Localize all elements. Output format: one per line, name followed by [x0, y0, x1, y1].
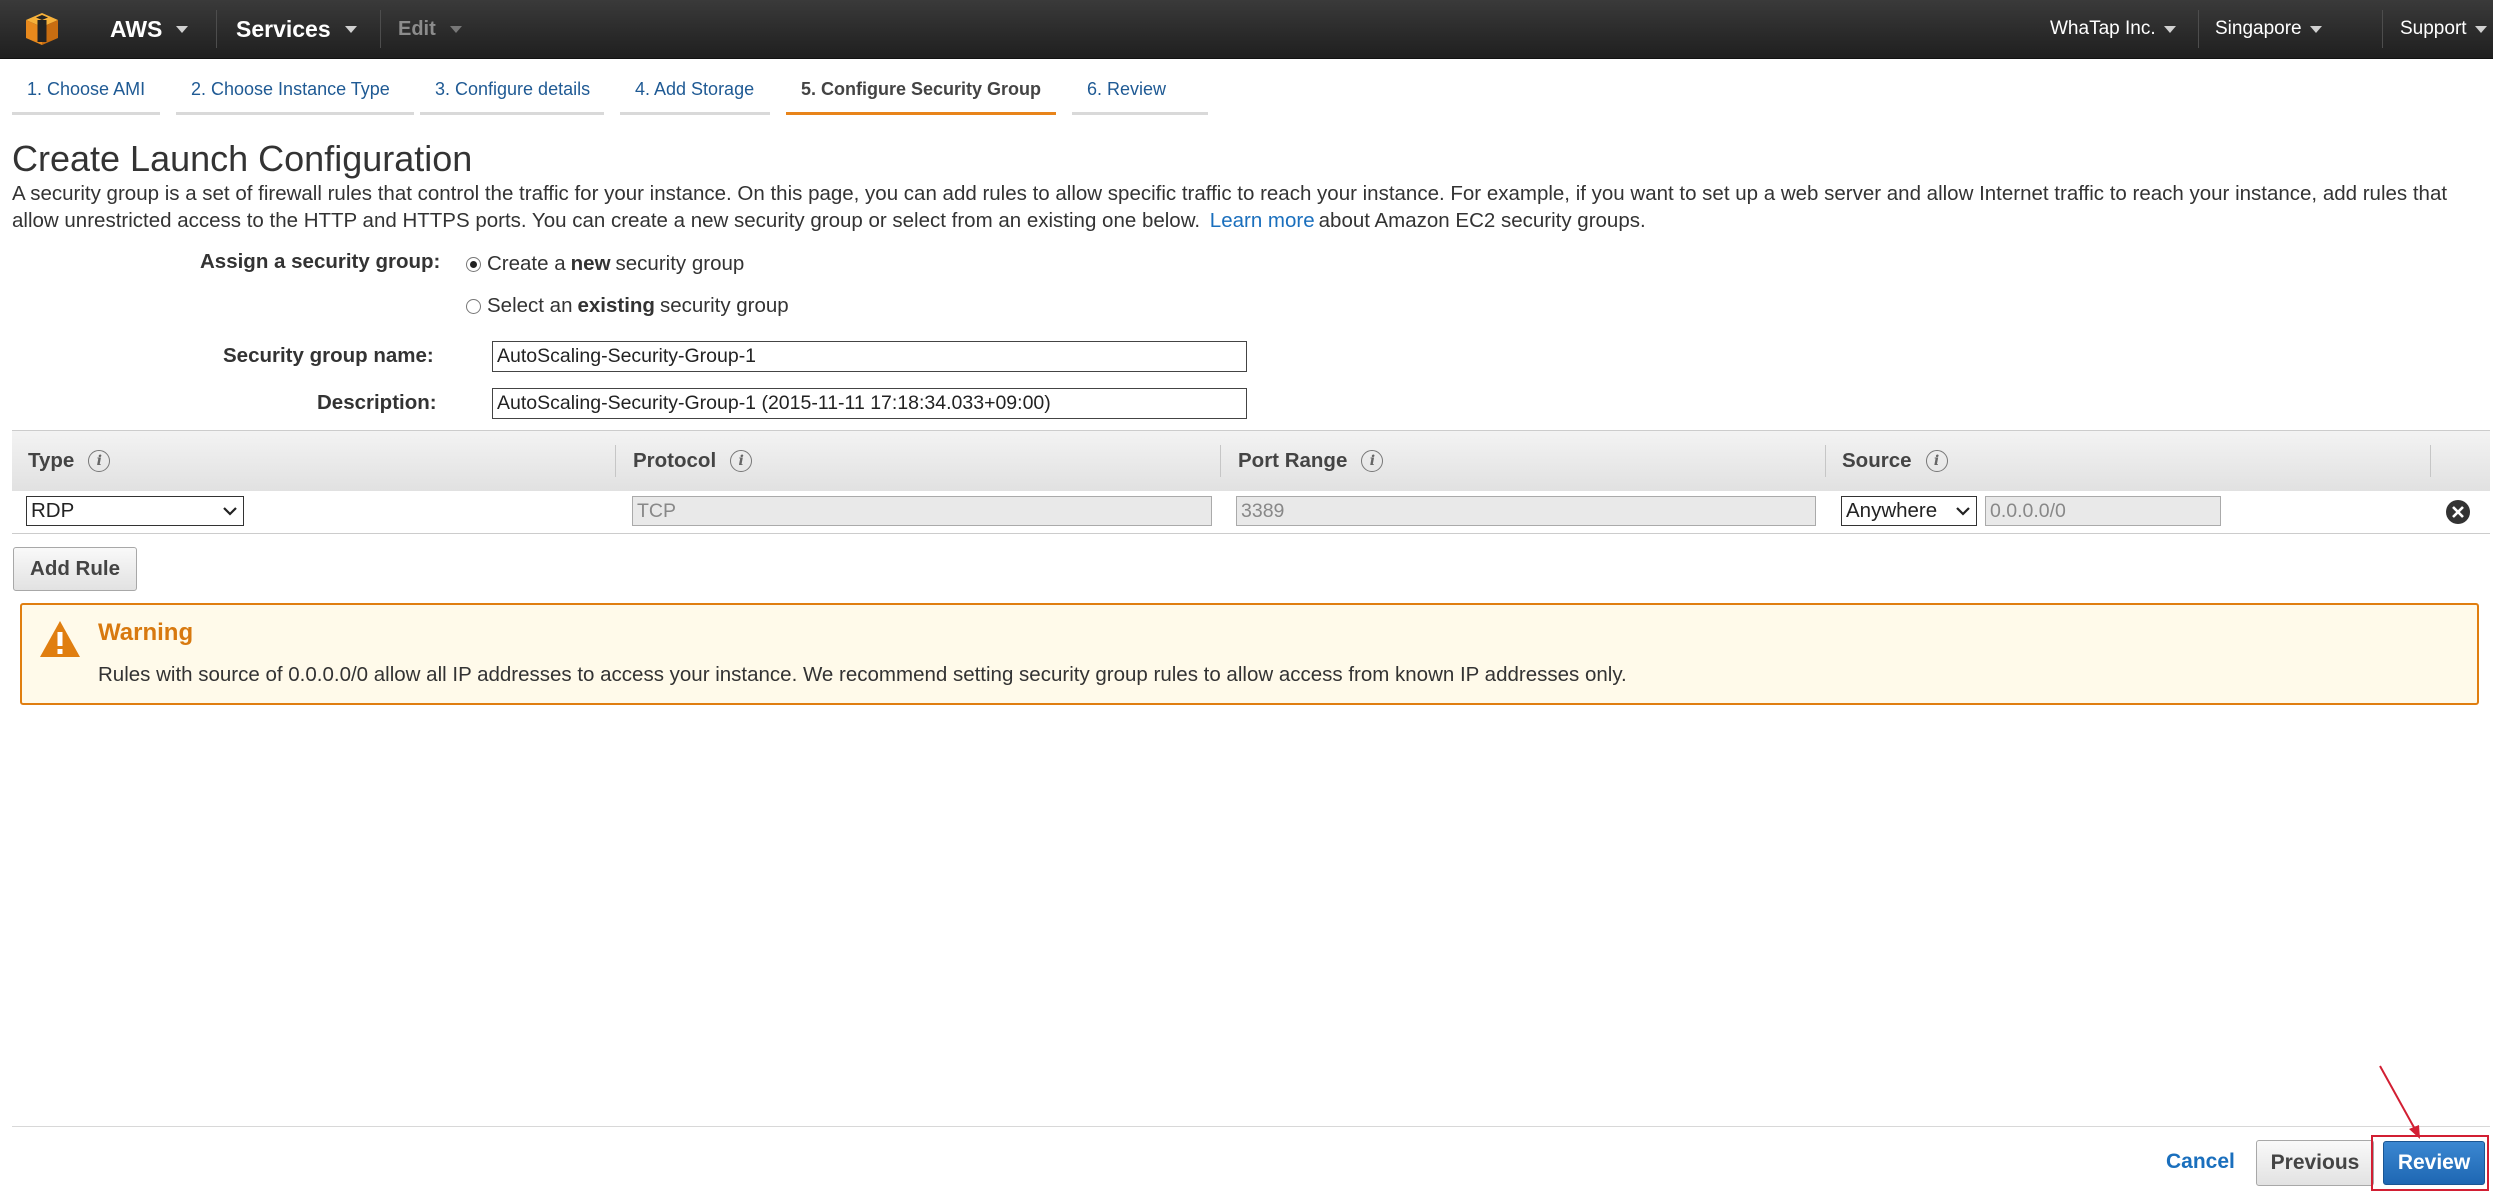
column-header-type: Type i [28, 431, 111, 491]
rule-port-range-value: 3389 [1241, 499, 1285, 522]
rule-source-select[interactable]: Anywhere [1841, 496, 1977, 526]
wizard-step-label: 4. Add Storage [635, 79, 755, 99]
aws-menu[interactable]: AWS [110, 0, 189, 58]
footer-divider [12, 1126, 2490, 1127]
chevron-down-icon [223, 507, 237, 516]
security-group-name-label: Security group name: [223, 344, 434, 367]
column-header-source: Source i [1842, 431, 1948, 491]
column-header-protocol: Protocol i [633, 431, 753, 491]
warning-title: Warning [98, 619, 194, 646]
rule-protocol-value: TCP [637, 499, 676, 522]
previous-button[interactable]: Previous [2256, 1140, 2374, 1186]
chevron-down-icon [176, 25, 189, 33]
add-rule-button[interactable]: Add Rule [13, 547, 137, 591]
info-icon[interactable]: i [730, 450, 753, 472]
column-divider [615, 445, 616, 477]
column-divider [2430, 445, 2431, 477]
security-group-name-input[interactable] [492, 341, 1247, 372]
aws-menu-label: AWS [110, 15, 163, 42]
remove-rule-icon[interactable] [2444, 498, 2472, 526]
wizard-step-add-storage[interactable]: 4. Add Storage [620, 79, 770, 115]
chevron-down-icon [1956, 507, 1970, 516]
nav-divider [2382, 10, 2383, 48]
description-label: Description: [317, 391, 437, 414]
info-icon[interactable]: i [1361, 450, 1384, 472]
warning-triangle-icon [40, 621, 80, 657]
top-navigation-bar: AWS Services Edit WhaTap Inc. Singapore … [0, 0, 2493, 59]
column-divider [1220, 445, 1221, 477]
column-header-label: Type [28, 449, 75, 472]
learn-more-link[interactable]: Learn more [1210, 209, 1315, 232]
chevron-down-icon [2309, 25, 2322, 33]
warning-message: Rules with source of 0.0.0.0/0 allow all… [98, 663, 1627, 686]
rule-type-value: RDP [31, 499, 75, 522]
wizard-step-review[interactable]: 6. Review [1072, 79, 1208, 115]
edit-menu[interactable]: Edit [398, 0, 462, 58]
option-suffix: security group [659, 294, 789, 317]
intro-suffix: about Amazon EC2 security groups. [1318, 209, 1646, 232]
services-menu-label: Services [236, 15, 331, 42]
rule-cidr-field: 0.0.0.0/0 [1985, 496, 2221, 526]
services-menu[interactable]: Services [236, 0, 357, 58]
account-menu[interactable]: WhaTap Inc. [2050, 0, 2176, 58]
highlight-annotation-box [2371, 1135, 2489, 1191]
rule-source-value: Anywhere [1846, 499, 1938, 522]
edit-menu-label: Edit [398, 17, 436, 40]
option-prefix: Create a [487, 252, 566, 275]
wizard-step-label: 1. Choose AMI [27, 79, 146, 99]
option-emphasis: new [570, 252, 611, 275]
select-existing-security-group-option[interactable]: Select an existing security group [466, 294, 789, 318]
column-header-label: Protocol [633, 449, 717, 472]
wizard-step-label: 3. Configure details [435, 79, 591, 99]
option-prefix: Select an [487, 294, 573, 317]
region-menu[interactable]: Singapore [2215, 0, 2322, 58]
page-title: Create Launch Configuration [12, 138, 473, 179]
column-header-port-range: Port Range i [1238, 431, 1384, 491]
wizard-step-choose-ami[interactable]: 1. Choose AMI [12, 79, 160, 115]
rule-type-select[interactable]: RDP [26, 496, 244, 526]
column-divider [1825, 445, 1826, 477]
intro-paragraph: A security group is a set of firewall ru… [12, 180, 2482, 234]
aws-cube-icon[interactable] [22, 11, 62, 47]
wizard-step-configure-details[interactable]: 3. Configure details [420, 79, 604, 115]
wizard-step-label: 5. Configure Security Group [801, 79, 1042, 99]
column-header-label: Port Range [1238, 449, 1348, 472]
rules-table-header: Type i Protocol i Port Range i Source i [12, 430, 2490, 492]
info-icon[interactable]: i [88, 450, 111, 472]
nav-divider [380, 10, 381, 48]
info-icon[interactable]: i [1925, 450, 1948, 472]
chevron-down-icon [344, 25, 357, 33]
nav-divider [216, 10, 217, 48]
wizard-step-configure-security-group[interactable]: 5. Configure Security Group [786, 79, 1056, 115]
warning-box: Warning Rules with source of 0.0.0.0/0 a… [20, 603, 2479, 705]
option-emphasis: existing [577, 294, 655, 317]
radio-button-selected[interactable] [466, 256, 481, 272]
region-menu-label: Singapore [2215, 18, 2302, 39]
rule-protocol-field: TCP [632, 496, 1212, 526]
column-header-label: Source [1842, 449, 1912, 472]
option-suffix: security group [615, 252, 745, 275]
radio-button[interactable] [466, 298, 481, 314]
wizard-step-label: 6. Review [1087, 79, 1167, 99]
account-menu-label: WhaTap Inc. [2050, 18, 2156, 39]
rule-port-range-field: 3389 [1236, 496, 1816, 526]
rule-cidr-value: 0.0.0.0/0 [1990, 499, 2066, 522]
table-row: RDP TCP 3389 Anywhere 0.0.0.0/0 [12, 491, 2490, 534]
assign-security-group-label: Assign a security group: [200, 250, 441, 273]
cancel-button[interactable]: Cancel [2166, 1150, 2235, 1174]
chevron-down-icon [2163, 25, 2176, 33]
chevron-down-icon [2474, 25, 2487, 33]
support-menu[interactable]: Support [2400, 0, 2487, 58]
nav-divider [2198, 10, 2199, 48]
description-input[interactable] [492, 388, 1247, 419]
chevron-down-icon [449, 25, 462, 33]
support-menu-label: Support [2400, 18, 2467, 39]
create-new-security-group-option[interactable]: Create a new security group [466, 252, 744, 276]
wizard-step-label: 2. Choose Instance Type [191, 79, 390, 99]
wizard-step-choose-instance-type[interactable]: 2. Choose Instance Type [176, 79, 414, 115]
annotation-arrow-icon [2379, 1065, 2420, 1139]
